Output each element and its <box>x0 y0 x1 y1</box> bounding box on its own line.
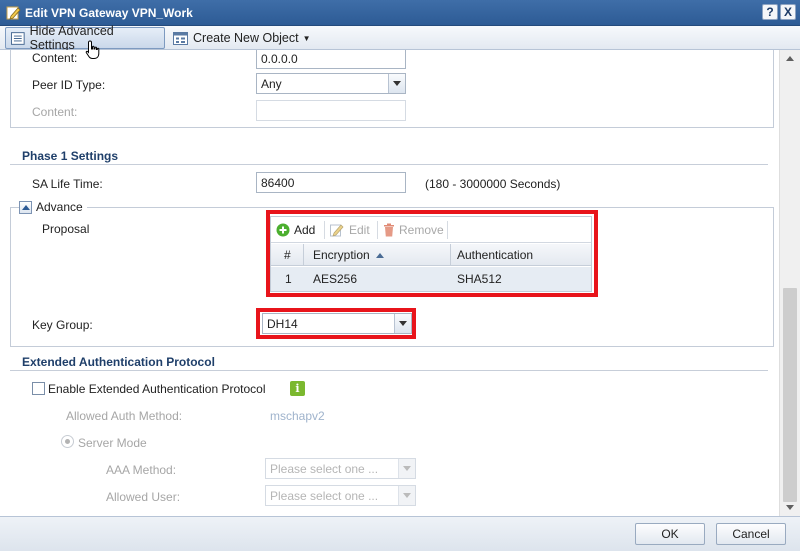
allowed-auth-method-label: Allowed Auth Method: <box>66 409 183 423</box>
chevron-down-icon[interactable] <box>398 486 415 505</box>
peer-id-type-label: Peer ID Type: <box>32 78 106 92</box>
sa-life-time-hint: (180 - 3000000 Seconds) <box>425 177 561 191</box>
allowed-user-select[interactable]: Please select one ... <box>265 485 416 506</box>
vertical-scrollbar[interactable] <box>779 50 800 516</box>
dialog-content[interactable]: Content: 0.0.0.0 Peer ID Type: Any Conte… <box>0 50 779 516</box>
advance-toggle[interactable]: Advance <box>19 200 87 214</box>
cancel-button[interactable]: Cancel <box>716 523 786 545</box>
peer-id-type-value: Any <box>261 77 282 91</box>
create-new-object-button[interactable]: Create New Object ▼ <box>168 27 316 49</box>
sa-life-time-input[interactable]: 86400 <box>256 172 406 193</box>
chevron-down-icon[interactable] <box>388 74 405 93</box>
allowed-user-label: Allowed User: <box>106 490 181 504</box>
info-icon[interactable]: i <box>290 381 305 396</box>
peer-id-type-select[interactable]: Any <box>256 73 406 94</box>
content2-input[interactable] <box>256 100 406 121</box>
list-settings-icon <box>11 31 25 45</box>
advance-label: Advance <box>36 200 83 214</box>
toolbar: Hide Advanced Settings Create New Object… <box>0 24 800 52</box>
aaa-method-label: AAA Method: <box>106 463 177 477</box>
scroll-down-icon[interactable] <box>780 499 800 516</box>
server-mode-label: Server Mode <box>78 436 147 450</box>
divider <box>10 370 768 371</box>
allowed-user-placeholder: Please select one ... <box>270 489 379 503</box>
help-button[interactable]: ? <box>762 4 778 20</box>
ok-button[interactable]: OK <box>635 523 705 545</box>
aaa-method-placeholder: Please select one ... <box>270 462 379 476</box>
key-group-label: Key Group: <box>32 318 93 332</box>
highlight-box-proposal <box>266 210 598 297</box>
create-new-object-label: Create New Object <box>193 31 299 45</box>
phase1-section-title: Phase 1 Settings <box>22 149 119 163</box>
collapse-up-icon[interactable] <box>19 200 32 214</box>
dialog-footer: OK Cancel <box>0 516 800 551</box>
sa-life-time-label: SA Life Time: <box>32 177 103 191</box>
chevron-down-icon[interactable] <box>398 459 415 478</box>
edit-icon <box>6 6 21 20</box>
highlight-box-key-group <box>256 308 416 339</box>
dropdown-arrow-icon: ▼ <box>302 33 311 43</box>
divider <box>10 164 768 165</box>
content-label: Content: <box>32 51 78 65</box>
aaa-method-select[interactable]: Please select one ... <box>265 458 416 479</box>
enable-xauth-label: Enable Extended Authentication Protocol <box>48 382 266 396</box>
xauth-section-title: Extended Authentication Protocol <box>22 355 215 369</box>
create-object-icon <box>173 31 188 45</box>
content2-label: Content: <box>32 105 78 119</box>
window-titlebar: Edit VPN Gateway VPN_Work ? X <box>0 0 800 26</box>
content-input[interactable]: 0.0.0.0 <box>256 50 406 69</box>
server-mode-radio[interactable] <box>61 435 74 448</box>
scrollbar-thumb[interactable] <box>783 288 797 502</box>
enable-xauth-checkbox[interactable] <box>32 382 45 395</box>
scroll-up-icon[interactable] <box>780 50 800 67</box>
allowed-auth-method-value: mschapv2 <box>270 409 325 423</box>
close-button[interactable]: X <box>780 4 796 20</box>
window-title: Edit VPN Gateway VPN_Work <box>25 6 193 20</box>
hand-cursor-icon <box>85 40 100 59</box>
proposal-label: Proposal <box>42 222 90 236</box>
